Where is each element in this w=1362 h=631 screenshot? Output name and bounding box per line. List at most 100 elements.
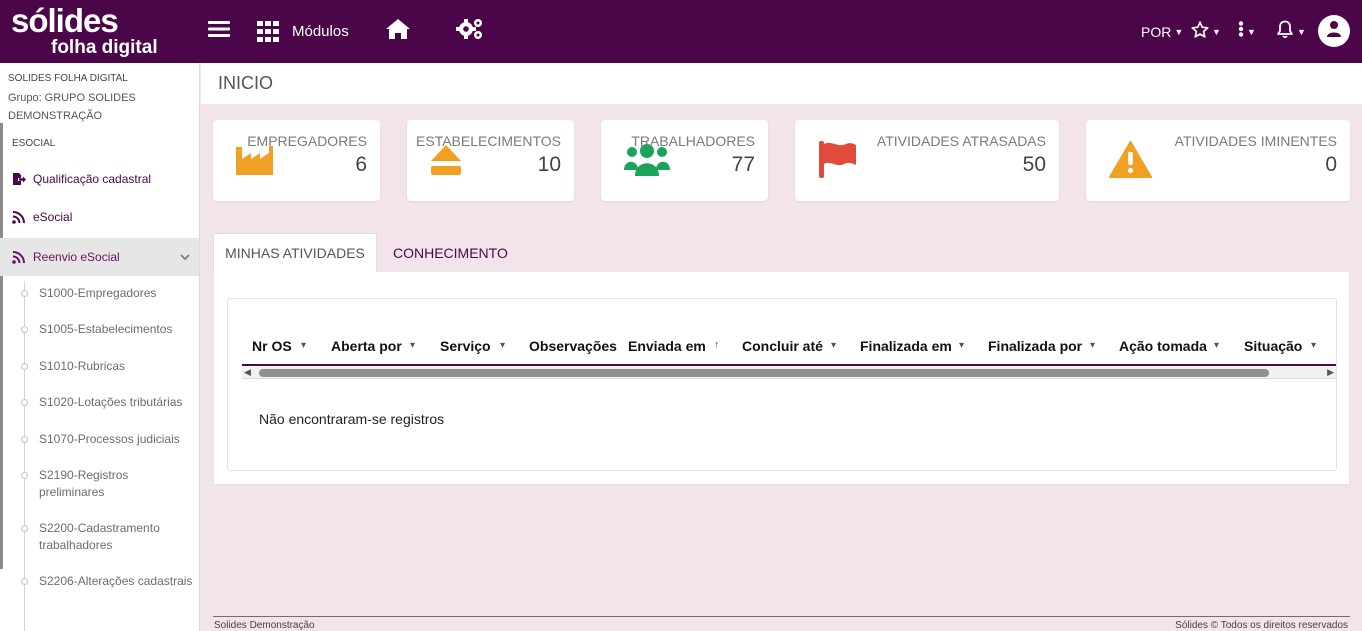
warning-icon: [1109, 141, 1152, 183]
card-trabalhadores[interactable]: TRABALHADORES 77: [601, 120, 768, 201]
sidebar-item-qualificacao-cadastral[interactable]: Qualificação cadastral: [0, 161, 199, 197]
flag-icon: [819, 141, 857, 183]
grid-icon: [257, 21, 280, 42]
submenu-bullet: [21, 290, 28, 297]
footer-copyright: Sólides © Todos os direitos reservados: [1175, 620, 1348, 631]
column-header-enviada-em[interactable]: Enviada em: [628, 338, 706, 354]
footer: Solides Demonstração Sólides © Todos os …: [213, 616, 1350, 631]
submenu-item-s2190[interactable]: S2190-Registros preliminares: [39, 467, 194, 501]
favorites-button[interactable]: ▼: [1191, 0, 1221, 63]
scroll-right-arrow-icon[interactable]: ▶: [1327, 367, 1334, 378]
menu-toggle-button[interactable]: [208, 0, 230, 63]
caret-down-icon: ▼: [1247, 26, 1256, 37]
submenu-item-s1020[interactable]: S1020-Lotações tributárias: [39, 394, 194, 411]
star-icon: [1191, 20, 1209, 43]
language-selector[interactable]: POR ▼: [1141, 0, 1183, 63]
submenu-item-s2206[interactable]: S2206-Alterações cadastrais: [39, 573, 194, 590]
sidebar-item-reenvio-esocial[interactable]: Reenvio eSocial: [0, 238, 199, 276]
card-estabelecimentos[interactable]: ESTABELECIMENTOS 10: [407, 120, 574, 201]
bell-icon: [1276, 20, 1294, 44]
card-label: TRABALHADORES: [631, 133, 755, 149]
sidebar-item-label: Reenvio eSocial: [33, 250, 120, 264]
hamburger-icon: [208, 20, 230, 43]
sort-menu-icon[interactable]: ▾: [301, 340, 306, 351]
sidebar-item-esocial[interactable]: eSocial: [0, 199, 199, 235]
user-icon: [1326, 20, 1342, 42]
modules-label: Módulos: [292, 23, 349, 40]
sort-menu-icon[interactable]: ▾: [410, 340, 415, 351]
sort-menu-icon[interactable]: ▾: [959, 340, 964, 351]
sidebar-group-name: Grupo: GRUPO SOLIDES DEMONSTRAÇÃO: [8, 92, 136, 122]
language-label: POR: [1141, 23, 1172, 40]
caret-down-icon: ▼: [1174, 26, 1184, 37]
column-header-situacao[interactable]: Situação: [1244, 338, 1302, 354]
settings-button[interactable]: [455, 0, 485, 63]
sort-menu-icon[interactable]: ▾: [1090, 340, 1095, 351]
submenu-bullet: [21, 525, 28, 532]
column-header-servico[interactable]: Serviço: [440, 338, 491, 354]
submenu-item-s2200[interactable]: S2200-Cadastramento trabalhadores: [39, 520, 194, 554]
submenu-bullet: [21, 326, 28, 333]
home-button[interactable]: [385, 0, 411, 63]
submenu-bullet: [21, 363, 28, 370]
caret-down-icon: ▼: [1212, 26, 1221, 37]
scroll-left-arrow-icon[interactable]: ◀: [244, 367, 251, 378]
top-bar: sólides folha digital Módulos POR ▼ ▼ ▼ …: [0, 0, 1362, 63]
column-header-acao-tomada[interactable]: Ação tomada: [1119, 338, 1207, 354]
card-value: 77: [731, 153, 755, 176]
submenu-bullet: [21, 578, 28, 585]
more-options-button[interactable]: ▼: [1238, 0, 1256, 63]
column-header-finalizada-por[interactable]: Finalizada por: [988, 338, 1082, 354]
user-avatar[interactable]: [1318, 15, 1350, 47]
tab-minhas-atividades[interactable]: MINHAS ATIVIDADES: [213, 233, 377, 272]
submenu-bullet: [21, 399, 28, 406]
sidebar-section-esocial: ESOCIAL: [12, 138, 56, 149]
sort-menu-icon[interactable]: ▾: [1214, 340, 1219, 351]
column-header-nr-os[interactable]: Nr OS: [252, 338, 292, 354]
tab-conhecimento[interactable]: CONHECIMENTO: [393, 233, 508, 272]
submenu-bullet: [21, 436, 28, 443]
card-value: 6: [355, 153, 367, 176]
card-value: 50: [1022, 153, 1046, 176]
activities-grid: Nr OS ▾ Aberta por ▾ Serviço ▾ Observaçõ…: [227, 298, 1337, 471]
submenu-item-s1010[interactable]: S1010-Rubricas: [39, 358, 194, 375]
submenu-bullet: [21, 472, 28, 479]
submenu-item-s1005[interactable]: S1005-Estabelecimentos: [39, 321, 194, 338]
page-header: INICIO: [201, 63, 1362, 104]
card-value: 0: [1325, 153, 1337, 176]
sort-menu-icon[interactable]: ▾: [500, 340, 505, 351]
brand-subtitle: folha digital: [51, 37, 158, 58]
card-empregadores[interactable]: EMPREGADORES 6: [213, 120, 380, 201]
sidebar-item-label: Qualificação cadastral: [33, 172, 152, 186]
vertical-ellipsis-icon: [1238, 21, 1244, 42]
notifications-button[interactable]: ▼: [1276, 0, 1306, 63]
eject-icon: [430, 144, 462, 180]
sidebar-item-label: eSocial: [33, 210, 73, 224]
card-value: 10: [537, 153, 561, 176]
column-header-aberta-por[interactable]: Aberta por: [331, 338, 402, 354]
card-label: ATIVIDADES IMINENTES: [1174, 133, 1337, 149]
users-icon: [624, 144, 670, 181]
card-atividades-atrasadas[interactable]: ATIVIDADES ATRASADAS 50: [795, 120, 1059, 201]
submenu-item-s1070[interactable]: S1070-Processos judiciais: [39, 431, 194, 448]
sort-ascending-icon[interactable]: ↑: [714, 339, 720, 351]
column-header-finalizada-em[interactable]: Finalizada em: [860, 338, 952, 354]
sort-menu-icon[interactable]: ▾: [1311, 340, 1316, 351]
file-export-icon: [12, 172, 28, 186]
submenu-item-s1000[interactable]: S1000-Empregadores: [39, 285, 194, 302]
card-label: ESTABELECIMENTOS: [416, 133, 561, 149]
card-atividades-iminentes[interactable]: ATIVIDADES IMINENTES 0: [1086, 120, 1350, 201]
column-header-concluir-ate[interactable]: Concluir até: [742, 338, 823, 354]
gears-icon: [455, 17, 485, 46]
card-label: ATIVIDADES ATRASADAS: [876, 133, 1046, 149]
sort-menu-icon[interactable]: ▾: [831, 340, 836, 351]
column-header-observacoes[interactable]: Observações: [529, 338, 617, 354]
brand-logo[interactable]: sólides folha digital: [11, 2, 158, 58]
scrollbar-thumb[interactable]: [259, 369, 1269, 377]
header-divider: [242, 364, 1336, 366]
horizontal-scrollbar[interactable]: ◀ ▶: [242, 367, 1336, 379]
empty-state-message: Não encontraram-se registros: [259, 411, 445, 427]
modules-button[interactable]: Módulos: [257, 0, 349, 63]
rss-icon: [12, 210, 28, 224]
brand-name: sólides: [11, 2, 119, 39]
